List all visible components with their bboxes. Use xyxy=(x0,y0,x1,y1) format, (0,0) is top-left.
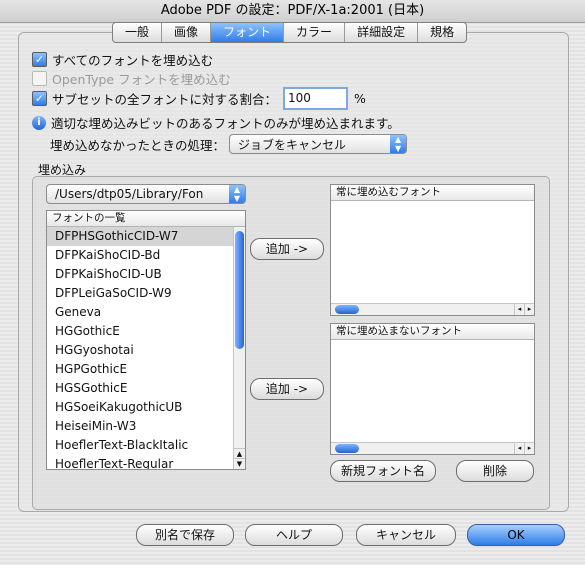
tab-standards[interactable]: 規格 xyxy=(418,23,466,42)
chevron-updown-icon: ▲ ▼ xyxy=(390,135,407,153)
fail-action-label: 埋め込めなかったときの処理： xyxy=(50,137,226,153)
subset-row: ✓ サブセットの全フォントに対する割合： 100 % xyxy=(32,87,366,110)
add-never-embed-button[interactable]: 追加 -> xyxy=(250,378,324,400)
embed-all-label: すべてのフォントを埋め込む xyxy=(52,53,214,68)
font-list-item[interactable]: HGPGothicE xyxy=(47,360,245,379)
fail-action-row: 埋め込めなかったときの処理： ジョブをキャンセル ▲ ▼ xyxy=(50,134,408,154)
font-folder-value: /Users/dtp05/Library/Fon xyxy=(55,187,204,201)
scroll-left-icon[interactable]: ◂ xyxy=(514,304,524,315)
scroll-right-icon[interactable]: ▸ xyxy=(524,443,534,454)
embed-all-row[interactable]: ✓ すべてのフォントを埋め込む xyxy=(32,50,213,69)
scroll-down-icon[interactable]: ▼ xyxy=(234,458,245,469)
font-list-item[interactable]: HeiseiMin-W3 xyxy=(47,417,245,436)
font-list-item[interactable]: HoeflerText-Regular xyxy=(47,455,245,469)
never-embed-list[interactable]: 常に埋め込まないフォント ◂ ▸ xyxy=(330,323,535,455)
info-icon: i xyxy=(32,115,46,130)
font-list-item[interactable]: DFPLeiGaSoCID-W9 xyxy=(47,284,245,303)
font-folder-popup[interactable]: /Users/dtp05/Library/Fon ▲ ▼ xyxy=(46,184,246,204)
fail-action-value: ジョブをキャンセル xyxy=(238,137,347,152)
info-row: i 適切な埋め込みビットのあるフォントのみが埋め込まれます。 xyxy=(32,113,400,132)
font-list-scrollbar[interactable]: ▲ ▼ xyxy=(233,227,245,469)
font-list-item[interactable]: HoeflerText-BlackItalic xyxy=(47,436,245,455)
embed-all-checkbox[interactable]: ✓ xyxy=(32,52,47,67)
add-always-embed-button[interactable]: 追加 -> xyxy=(250,238,324,260)
font-list-items: DFPHSGothicCID-W7 DFPKaiShoCID-Bd DFPKaiSh… xyxy=(47,227,245,469)
font-list-item[interactable]: DFPKaiShoCID-UB xyxy=(47,265,245,284)
font-list-item[interactable]: HGSoeiKakugothicUB xyxy=(47,398,245,417)
font-list-item[interactable]: HGGyoshotai xyxy=(47,341,245,360)
fail-action-popup[interactable]: ジョブをキャンセル ▲ ▼ xyxy=(229,134,408,154)
font-list-item[interactable]: Geneva xyxy=(47,303,245,322)
tab-advanced[interactable]: 詳細設定 xyxy=(345,23,419,42)
save-as-button[interactable]: 別名で保存 xyxy=(136,524,234,546)
scroll-right-icon[interactable]: ▸ xyxy=(524,304,534,315)
never-embed-header: 常に埋め込まないフォント xyxy=(331,324,534,340)
font-list[interactable]: フォントの一覧 DFPHSGothicCID-W7 DFPKaiShoCID-Bd… xyxy=(46,210,246,470)
subset-percent-field[interactable]: 100 xyxy=(283,87,349,110)
tab-color[interactable]: カラー xyxy=(284,23,346,42)
scrollbar-thumb[interactable] xyxy=(335,305,359,314)
font-list-header: フォントの一覧 xyxy=(47,211,245,227)
scrollbar-thumb[interactable] xyxy=(335,444,359,453)
opentype-row: OpenType フォントを埋め込む xyxy=(32,69,231,88)
new-font-name-button[interactable]: 新規フォント名 xyxy=(330,460,436,482)
always-embed-header: 常に埋め込むフォント xyxy=(331,185,534,201)
cancel-button[interactable]: キャンセル xyxy=(356,524,456,546)
font-list-item[interactable]: DFPKaiShoCID-Bd xyxy=(47,246,245,265)
ok-button[interactable]: OK xyxy=(467,524,565,546)
font-list-item[interactable]: HGSGothicE xyxy=(47,379,245,398)
dialog-window: Adobe PDF の設定：PDF/X-1a:2001 (日本) 一般 画像 フ… xyxy=(0,0,585,565)
font-list-item[interactable]: HGGothicE xyxy=(47,322,245,341)
subset-label: サブセットの全フォントに対する割合： xyxy=(52,92,278,107)
help-button[interactable]: ヘルプ xyxy=(245,524,343,546)
percent-unit: % xyxy=(354,91,366,106)
never-embed-hscroll[interactable]: ◂ ▸ xyxy=(331,442,534,454)
info-text: 適切な埋め込みビットのあるフォントのみが埋め込まれます。 xyxy=(51,116,400,131)
delete-button[interactable]: 削除 xyxy=(456,460,534,482)
always-embed-hscroll[interactable]: ◂ ▸ xyxy=(331,303,534,315)
tab-general[interactable]: 一般 xyxy=(113,23,163,42)
always-embed-list[interactable]: 常に埋め込むフォント ◂ ▸ xyxy=(330,184,535,316)
scroll-left-icon[interactable]: ◂ xyxy=(514,443,524,454)
tab-bar: 一般 画像 フォント カラー 詳細設定 規格 xyxy=(112,22,468,43)
subset-checkbox[interactable]: ✓ xyxy=(32,91,47,106)
chevron-updown-icon: ▲ ▼ xyxy=(229,185,245,203)
window-title: Adobe PDF の設定：PDF/X-1a:2001 (日本) xyxy=(0,0,585,23)
tab-images[interactable]: 画像 xyxy=(162,23,212,42)
scrollbar-thumb[interactable] xyxy=(235,231,244,349)
font-list-item[interactable]: DFPHSGothicCID-W7 xyxy=(47,227,245,246)
opentype-label: OpenType フォントを埋め込む xyxy=(52,72,231,87)
tab-fonts[interactable]: フォント xyxy=(211,23,285,42)
opentype-checkbox xyxy=(32,71,47,86)
